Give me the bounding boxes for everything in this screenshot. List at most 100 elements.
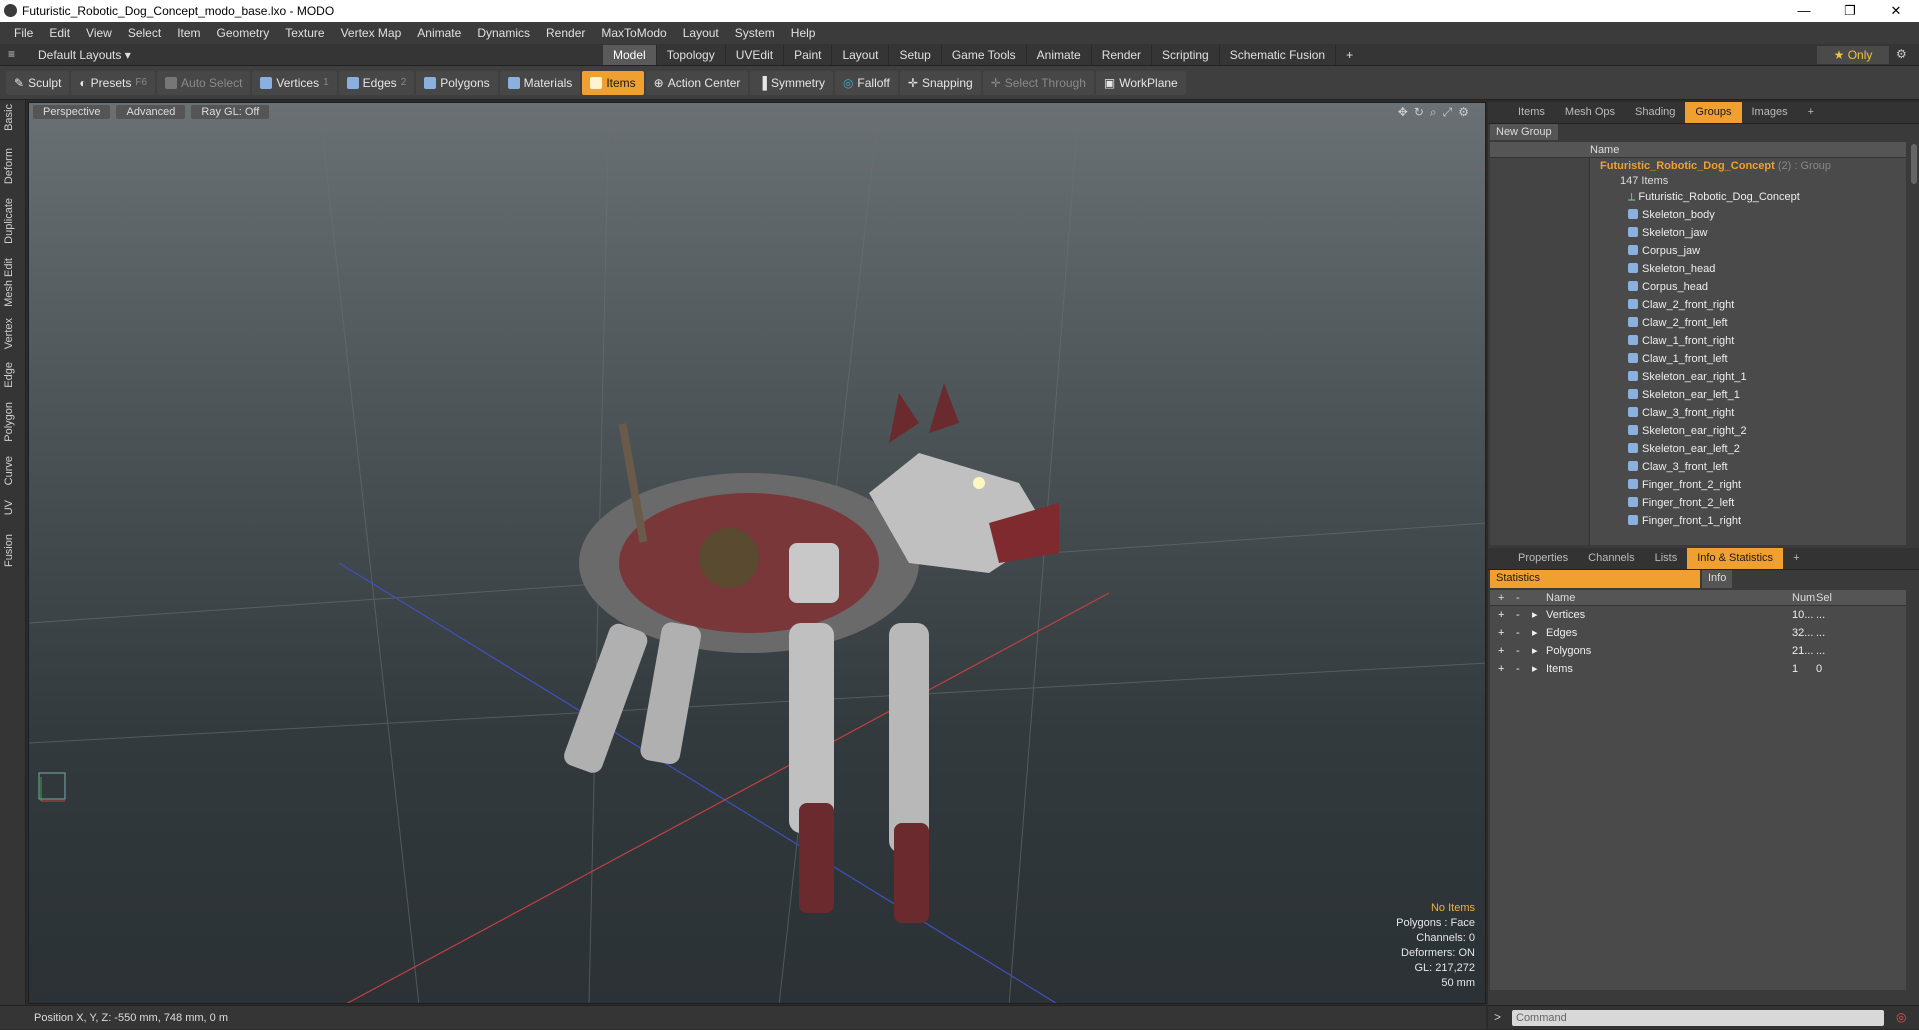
tab-info-statistics[interactable]: Info & Statistics (1687, 548, 1784, 569)
vtab-edge[interactable]: Edge (3, 362, 23, 388)
tab-images[interactable]: Images (1742, 102, 1798, 123)
add-panel-tab-button[interactable]: + (1798, 102, 1824, 123)
tab-game-tools[interactable]: Game Tools (942, 45, 1027, 65)
edges-button[interactable]: Edges 2 (338, 70, 415, 95)
table-row[interactable]: + - ▸ Vertices 10... ... (1490, 606, 1906, 624)
group-row[interactable]: Futuristic_Robotic_Dog_Concept (2) : Gro… (1490, 158, 1906, 174)
tab-animate[interactable]: Animate (1027, 45, 1092, 65)
layout-menu-icon[interactable]: ≡ (8, 47, 15, 61)
menu-layout[interactable]: Layout (675, 26, 727, 40)
select-through-button[interactable]: ✛ Select Through (982, 70, 1094, 95)
expand-arrow-icon[interactable]: ▸ (1532, 660, 1538, 678)
vtab-vertex[interactable]: Vertex (3, 318, 23, 349)
menu-item[interactable]: Item (169, 26, 208, 40)
command-input[interactable]: Command (1512, 1010, 1884, 1026)
tab-topology[interactable]: Topology (657, 45, 726, 65)
list-item[interactable]: Claw_3_front_right (1490, 404, 1906, 422)
groups-scrollbar[interactable] (1909, 142, 1919, 545)
tab-scripting[interactable]: Scripting (1152, 45, 1220, 65)
list-item[interactable]: Finger_front_2_left (1490, 494, 1906, 512)
list-item[interactable]: Corpus_head (1490, 278, 1906, 296)
list-item[interactable]: Skeleton_ear_right_1 (1490, 368, 1906, 386)
collapse-minus-icon[interactable]: - (1516, 624, 1520, 642)
menu-animate[interactable]: Animate (409, 26, 469, 40)
tab-shading[interactable]: Shading (1625, 102, 1685, 123)
close-button[interactable]: ✕ (1873, 0, 1919, 22)
tab-layout[interactable]: Layout (832, 45, 890, 65)
menu-vertex-map[interactable]: Vertex Map (333, 26, 410, 40)
tab-mesh-ops[interactable]: Mesh Ops (1555, 102, 1625, 123)
falloff-button[interactable]: ◎ Falloff (834, 70, 898, 95)
list-item[interactable]: Claw_2_front_left (1490, 314, 1906, 332)
menu-render[interactable]: Render (538, 26, 593, 40)
vtab-basic[interactable]: Basic (3, 104, 23, 131)
vtab-uv[interactable]: UV (3, 500, 23, 515)
maximize-button[interactable]: ❐ (1827, 0, 1873, 22)
record-icon[interactable]: ◎ (1896, 1010, 1906, 1024)
expand-plus-icon[interactable]: + (1498, 642, 1504, 660)
table-row[interactable]: + - ▸ Polygons 21... ... (1490, 642, 1906, 660)
list-item[interactable]: Skeleton_ear_right_2 (1490, 422, 1906, 440)
symmetry-button[interactable]: ▐ Symmetry (750, 70, 833, 95)
tab-setup[interactable]: Setup (889, 45, 942, 65)
vtab-polygon[interactable]: Polygon (3, 402, 23, 442)
vertices-button[interactable]: Vertices 1 (252, 70, 337, 95)
tab-paint[interactable]: Paint (784, 45, 833, 65)
menu-view[interactable]: View (78, 26, 120, 40)
menu-texture[interactable]: Texture (277, 26, 332, 40)
default-layouts-dropdown[interactable]: Default Layouts ▾ (38, 48, 131, 62)
expand-plus-icon[interactable]: + (1498, 624, 1504, 642)
subtab-info[interactable]: Info (1702, 570, 1733, 588)
add-tab-button[interactable]: + (1336, 45, 1363, 65)
subtab-statistics[interactable]: Statistics (1490, 570, 1700, 588)
list-item[interactable]: Claw_1_front_left (1490, 350, 1906, 368)
menu-maxtomodo[interactable]: MaxToModo (593, 26, 674, 40)
list-item[interactable]: Skeleton_body (1490, 206, 1906, 224)
viewport-3d[interactable]: Perspective Advanced Ray GL: Off ✥↻⌕⤢⚙ N… (28, 102, 1486, 1004)
sculpt-button[interactable]: ✎ Sculpt (6, 70, 70, 95)
vtab-fusion[interactable]: Fusion (3, 534, 23, 567)
list-item[interactable]: Skeleton_head (1490, 260, 1906, 278)
list-item[interactable]: ⟂ Futuristic_Robotic_Dog_Concept (1490, 188, 1906, 206)
auto-select-button[interactable]: Auto Select (157, 70, 251, 95)
list-item[interactable]: Skeleton_ear_left_1 (1490, 386, 1906, 404)
snapping-button[interactable]: ✛ Snapping (899, 70, 981, 95)
tab-model[interactable]: Model (603, 45, 657, 65)
materials-button[interactable]: Materials (499, 70, 581, 95)
list-item[interactable]: Skeleton_jaw (1490, 224, 1906, 242)
tab-properties[interactable]: Properties (1508, 548, 1578, 569)
expand-arrow-icon[interactable]: ▸ (1532, 624, 1538, 642)
tab-uvedit[interactable]: UVEdit (726, 45, 785, 65)
new-group-button[interactable]: New Group (1490, 124, 1558, 140)
menu-dynamics[interactable]: Dynamics (469, 26, 538, 40)
menu-geometry[interactable]: Geometry (209, 26, 278, 40)
table-row[interactable]: + - ▸ Items 1 0 (1490, 660, 1906, 678)
list-item[interactable]: Claw_1_front_right (1490, 332, 1906, 350)
tab-render[interactable]: Render (1092, 45, 1153, 65)
only-button[interactable]: ★ Only (1817, 46, 1889, 64)
tab-groups[interactable]: Groups (1685, 102, 1742, 123)
list-item[interactable]: Claw_2_front_right (1490, 296, 1906, 314)
expand-plus-icon[interactable]: + (1498, 606, 1504, 624)
menu-file[interactable]: File (6, 26, 41, 40)
vtab-curve[interactable]: Curve (3, 456, 23, 485)
tab-channels[interactable]: Channels (1578, 548, 1644, 569)
expand-plus-icon[interactable]: + (1498, 660, 1504, 678)
minimize-button[interactable]: — (1781, 0, 1827, 22)
vtab-duplicate[interactable]: Duplicate (3, 198, 23, 244)
add-stats-tab-button[interactable]: + (1783, 548, 1809, 569)
vtab-deform[interactable]: Deform (3, 148, 23, 184)
list-item[interactable]: Corpus_jaw (1490, 242, 1906, 260)
expand-arrow-icon[interactable]: ▸ (1532, 606, 1538, 624)
menu-edit[interactable]: Edit (41, 26, 78, 40)
workplane-button[interactable]: ▣ WorkPlane (1095, 70, 1186, 95)
collapse-minus-icon[interactable]: - (1516, 606, 1520, 624)
table-row[interactable]: + - ▸ Edges 32... ... (1490, 624, 1906, 642)
list-item[interactable]: Claw_3_front_left (1490, 458, 1906, 476)
expand-arrow-icon[interactable]: ▸ (1532, 642, 1538, 660)
presets-button[interactable]: ◐ Presets F6 (71, 70, 156, 95)
collapse-minus-icon[interactable]: - (1516, 660, 1520, 678)
tab-lists[interactable]: Lists (1645, 548, 1688, 569)
vtab-mesh-edit[interactable]: Mesh Edit (3, 258, 23, 307)
list-item[interactable]: Skeleton_ear_left_2 (1490, 440, 1906, 458)
